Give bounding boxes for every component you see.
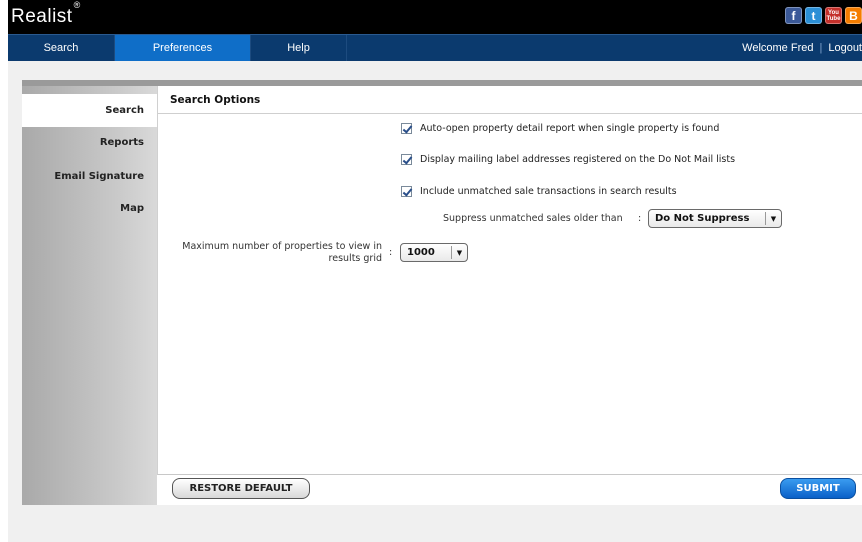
- blogger-icon[interactable]: B: [845, 7, 862, 24]
- max-properties-select[interactable]: 1000 ▼: [400, 243, 468, 262]
- twitter-icon[interactable]: t: [805, 7, 822, 24]
- suppress-label: Suppress unmatched sales older than: [443, 213, 623, 224]
- top-bar: Realist® f t You Tube B: [8, 0, 862, 34]
- suppress-select-value: Do Not Suppress: [655, 213, 750, 224]
- realist-logo: Realist®: [11, 0, 81, 28]
- do-not-mail-label: Display mailing label addresses register…: [420, 154, 736, 165]
- tab-help[interactable]: Help: [251, 35, 347, 61]
- search-options-panel: Search Options Auto-open property detail…: [157, 86, 862, 475]
- social-links: f t You Tube B: [785, 7, 862, 24]
- welcome-text: Welcome Fred: [742, 42, 814, 54]
- logout-link[interactable]: Logout: [828, 42, 862, 54]
- max-properties-label-line2: results grid: [328, 253, 382, 264]
- facebook-icon[interactable]: f: [785, 7, 802, 24]
- unmatched-sales-label: Include unmatched sale transactions in s…: [420, 186, 677, 197]
- tab-preferences[interactable]: Preferences: [115, 35, 251, 61]
- max-properties-select-value: 1000: [407, 247, 435, 258]
- chevron-down-icon: ▼: [451, 246, 467, 259]
- content-frame: Search Reports Email Signature Map Searc…: [22, 80, 862, 505]
- auto-open-label: Auto-open property detail report when si…: [420, 123, 720, 134]
- suppress-colon: :: [638, 213, 642, 224]
- max-properties-label-line1: Maximum number of properties to view in: [182, 241, 382, 252]
- app-window: Realist® f t You Tube B Search Preference…: [8, 0, 862, 542]
- user-area: Welcome Fred | Logout: [742, 35, 862, 61]
- max-properties-label: Maximum number of properties to view in …: [158, 241, 382, 265]
- preferences-menu: Search Reports Email Signature Map: [22, 86, 157, 505]
- option-unmatched-sales[interactable]: Include unmatched sale transactions in s…: [401, 186, 677, 197]
- restore-default-button[interactable]: RESTORE DEFAULT: [172, 478, 310, 499]
- nav-separator: |: [819, 42, 823, 54]
- menu-item-reports[interactable]: Reports: [22, 126, 157, 159]
- main-nav: Search Preferences Help Welcome Fred | L…: [8, 34, 862, 61]
- menu-item-email-signature[interactable]: Email Signature: [22, 160, 157, 193]
- menu-item-search[interactable]: Search: [22, 94, 157, 127]
- auto-open-checkbox[interactable]: [401, 123, 412, 134]
- submit-button[interactable]: SUBMIT: [780, 478, 856, 499]
- youtube-icon[interactable]: You Tube: [825, 7, 842, 24]
- tab-search[interactable]: Search: [8, 35, 115, 61]
- option-auto-open[interactable]: Auto-open property detail report when si…: [401, 123, 719, 134]
- suppress-select[interactable]: Do Not Suppress ▼: [648, 209, 782, 228]
- logo-registered-mark: ®: [73, 0, 81, 10]
- do-not-mail-checkbox[interactable]: [401, 154, 412, 165]
- youtube-icon-bottom: Tube: [826, 15, 841, 22]
- panel-title: Search Options: [158, 86, 862, 114]
- max-properties-colon: :: [389, 247, 393, 258]
- logo-text: Realist: [11, 6, 73, 27]
- chevron-down-icon: ▼: [765, 212, 781, 225]
- menu-item-map[interactable]: Map: [22, 192, 157, 225]
- unmatched-sales-checkbox[interactable]: [401, 186, 412, 197]
- option-do-not-mail[interactable]: Display mailing label addresses register…: [401, 154, 735, 165]
